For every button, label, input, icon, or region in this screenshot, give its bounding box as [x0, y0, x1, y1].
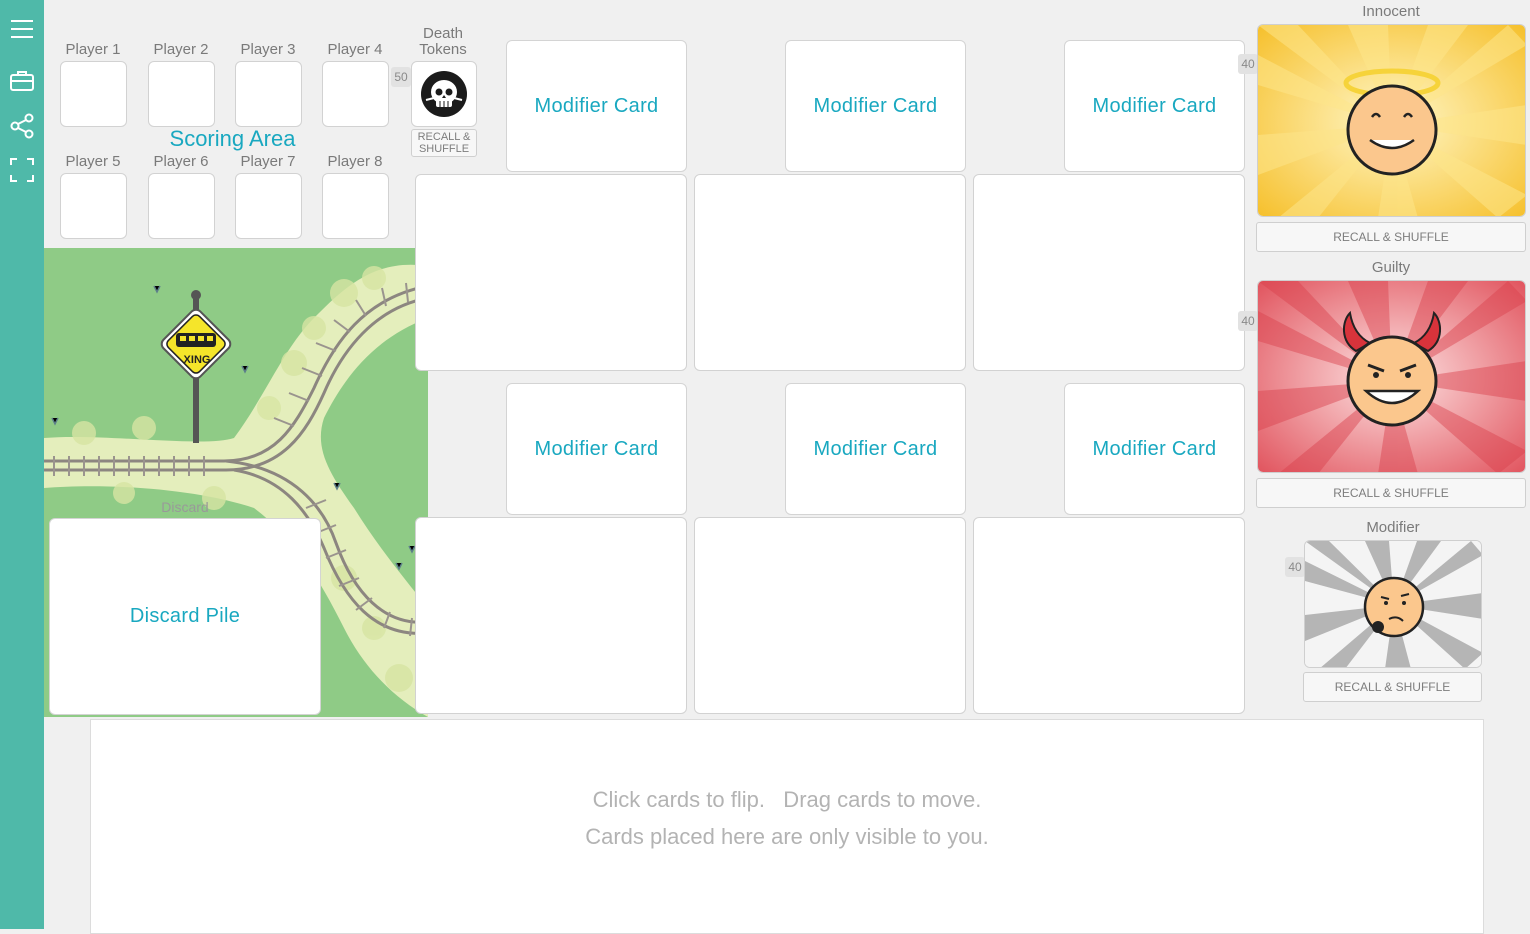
- player-slot[interactable]: [148, 173, 215, 239]
- card-slot[interactable]: [415, 174, 687, 371]
- card-slot[interactable]: [973, 517, 1245, 714]
- guilty-deck-title: Guilty: [1371, 259, 1411, 276]
- guilty-deck[interactable]: [1257, 280, 1526, 473]
- innocent-deck[interactable]: [1257, 24, 1526, 217]
- player-slot[interactable]: [322, 173, 389, 239]
- innocent-face-icon: [1258, 25, 1525, 216]
- player-slot[interactable]: [60, 61, 127, 127]
- modifier-card-label: Modifier Card: [813, 94, 938, 117]
- modifier-card[interactable]: Modifier Card: [1064, 40, 1245, 172]
- modifier-card-label: Modifier Card: [534, 94, 659, 117]
- discard-pile-label: Discard Pile: [129, 605, 241, 627]
- card-slot[interactable]: [694, 174, 966, 371]
- scoring-area-title: Scoring Area: [169, 126, 296, 151]
- modifier-card-label: Modifier Card: [1092, 437, 1217, 460]
- modifier-card-label: Modifier Card: [1092, 94, 1217, 117]
- player-label: Player 6: [153, 153, 209, 170]
- discard-pile[interactable]: Discard Pile: [49, 518, 321, 715]
- modifier-card-label: Modifier Card: [813, 437, 938, 460]
- menu-icon[interactable]: [9, 16, 35, 42]
- death-token-deck[interactable]: [411, 61, 477, 127]
- modifier-deck-title: Modifier: [1366, 519, 1420, 536]
- discard-label: Discard: [161, 499, 209, 515]
- death-tokens-count: 50: [391, 67, 411, 87]
- player-label: Player 2: [153, 41, 209, 58]
- death-tokens-recall-button[interactable]: RECALL & SHUFFLE: [411, 129, 477, 157]
- guilty-face-icon: [1258, 281, 1525, 472]
- player-slot[interactable]: [148, 61, 215, 127]
- modifier-card-label: Modifier Card: [534, 437, 659, 460]
- card-slot[interactable]: [694, 517, 966, 714]
- briefcase-icon[interactable]: [9, 68, 35, 94]
- card-slot[interactable]: [415, 517, 687, 714]
- player-label: Player 5: [65, 153, 121, 170]
- share-icon[interactable]: [9, 113, 35, 139]
- hand-area[interactable]: Click cards to flip. Drag cards to move.…: [90, 719, 1484, 934]
- modifier-deck[interactable]: [1304, 540, 1482, 668]
- sidebar: [0, 0, 44, 929]
- modifier-card[interactable]: Modifier Card: [785, 40, 966, 172]
- player-slot[interactable]: [235, 61, 302, 127]
- player-slot[interactable]: [322, 61, 389, 127]
- player-label: Player 4: [327, 41, 383, 58]
- xing-sign-text: XING: [184, 354, 211, 366]
- fullscreen-icon[interactable]: [9, 157, 35, 183]
- modifier-face-icon: [1305, 541, 1481, 667]
- guilty-recall-button[interactable]: RECALL & SHUFFLE: [1256, 478, 1526, 508]
- player-label: Player 7: [240, 153, 296, 170]
- modifier-card[interactable]: Modifier Card: [785, 383, 966, 515]
- modifier-deck-count: 40: [1285, 557, 1305, 577]
- innocent-deck-count: 40: [1238, 54, 1258, 74]
- modifier-card[interactable]: Modifier Card: [506, 40, 687, 172]
- card-slot[interactable]: [973, 174, 1245, 371]
- death-tokens-label: Death Tokens: [419, 25, 467, 58]
- player-label: Player 8: [327, 153, 383, 170]
- player-slot[interactable]: [235, 173, 302, 239]
- hand-hint-line1: Click cards to flip. Drag cards to move.: [592, 787, 982, 812]
- hand-hint-line2: Cards placed here are only visible to yo…: [585, 824, 989, 849]
- player-slot[interactable]: [60, 173, 127, 239]
- player-label: Player 3: [240, 41, 296, 58]
- guilty-deck-count: 40: [1238, 311, 1258, 331]
- modifier-recall-button[interactable]: RECALL & SHUFFLE: [1303, 672, 1482, 702]
- modifier-card[interactable]: Modifier Card: [506, 383, 687, 515]
- innocent-recall-button[interactable]: RECALL & SHUFFLE: [1256, 222, 1526, 252]
- innocent-deck-title: Innocent: [1362, 3, 1420, 20]
- modifier-card[interactable]: Modifier Card: [1064, 383, 1245, 515]
- player-label: Player 1: [65, 41, 121, 58]
- skull-icon: [421, 71, 467, 117]
